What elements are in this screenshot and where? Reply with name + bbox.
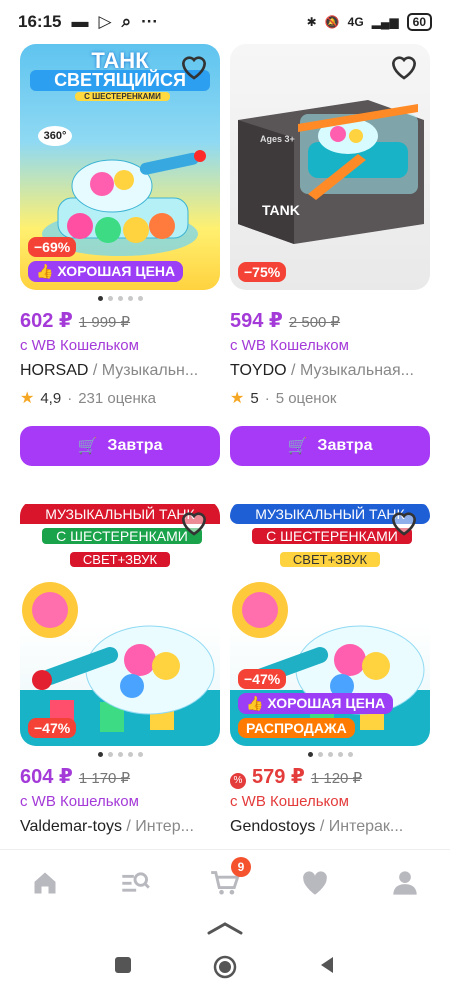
product-photo[interactable]: ТАНК СВЕТЯЩИЙСЯ С ШЕСТЕРЕНКАМИ 360° −69%…: [20, 44, 220, 290]
rating: ★ 5 · 5 оценок: [230, 389, 337, 408]
star-icon: ★: [20, 390, 35, 407]
product-photo[interactable]: МУЗЫКАЛЬНЫЙ ТАНК С ШЕСТЕРЕНКАМИ СВЕТ+ЗВУ…: [20, 500, 220, 746]
old-price: 2 500 ₽: [288, 314, 341, 331]
photo-pager: [20, 296, 220, 302]
cart-icon: 🛒: [287, 438, 308, 455]
buy-button[interactable]: 🛒 Завтра: [230, 426, 430, 466]
system-nav-bar: [0, 915, 450, 1000]
star-icon: ★: [230, 390, 245, 407]
product-card[interactable]: ТАНК СВЕТЯЩИЙСЯ С ШЕСТЕРЕНКАМИ 360° −69%…: [20, 44, 220, 466]
profile-icon[interactable]: [389, 867, 421, 899]
sale-badge: РАСПРОДАЖА: [238, 718, 355, 738]
rating: ★ 4,9 · 231 оценка: [20, 389, 157, 408]
favorite-heart-icon[interactable]: [178, 506, 210, 538]
wallet-note: с WB Кошельком: [230, 793, 349, 810]
photo-banner: СВЕТ+ЗВУК: [70, 552, 170, 567]
catalog-search-icon[interactable]: [119, 867, 151, 899]
folder-icon: ▬: [71, 12, 89, 31]
discount-badge: −75%: [238, 262, 287, 282]
discount-badge: −47%: [28, 718, 77, 738]
photo-banner: СВЕТ+ЗВУК: [280, 552, 380, 567]
buy-button[interactable]: 🛒 Завтра: [20, 426, 220, 466]
product-card[interactable]: МУЗЫКАЛЬНЫЙ ТАНК С ШЕСТЕРЕНКАМИ СВЕТ+ЗВУ…: [20, 500, 220, 836]
photo-pager: [20, 752, 220, 758]
box-label: TANK: [262, 202, 300, 218]
cart-icon: 🛒: [77, 438, 98, 455]
age-label: Ages 3+: [260, 134, 295, 144]
favorite-heart-icon[interactable]: [178, 50, 210, 82]
bluetooth-icon: ✱: [306, 15, 317, 29]
favorites-icon[interactable]: [299, 867, 331, 899]
favorite-heart-icon[interactable]: [388, 50, 420, 82]
cart-count-badge: 9: [231, 856, 251, 877]
price: 604 ₽: [20, 766, 73, 788]
network-label: 4G: [347, 15, 364, 29]
signal-icon: ▂▄▆: [371, 15, 399, 29]
recents-icon[interactable]: [113, 955, 133, 975]
wallet-note: с WB Кошельком: [20, 337, 139, 354]
back-icon[interactable]: [317, 955, 337, 975]
status-bar: 16:15 ▬ ▷ ⌕ ··· ✱ 🔕 4G ▂▄▆ 60: [0, 0, 450, 44]
price: 594 ₽: [230, 310, 283, 332]
chevron-up-icon[interactable]: [205, 920, 245, 936]
product-card[interactable]: TANK Ages 3+ −75% 594 ₽ 2 500 ₽ с WB Кош…: [230, 44, 430, 466]
photo-subtitle: С ШЕСТЕРЕНКАМИ: [75, 92, 170, 101]
cart-nav-icon[interactable]: 9: [209, 856, 251, 899]
home-icon[interactable]: [29, 867, 61, 899]
product-photo[interactable]: МУЗЫКАЛЬНЫЙ ТАНК С ШЕСТЕРЕНКАМИ СВЕТ+ЗВУ…: [230, 500, 430, 746]
good-price-badge: 👍 ХОРОШАЯ ЦЕНА: [238, 693, 394, 714]
play-icon: ▷: [98, 12, 112, 31]
bottom-nav: 9: [0, 849, 450, 915]
product-card[interactable]: МУЗЫКАЛЬНЫЙ ТАНК С ШЕСТЕРЕНКАМИ СВЕТ+ЗВУ…: [230, 500, 430, 836]
old-price: 1 170 ₽: [78, 770, 131, 787]
old-price: 1 999 ₽: [78, 314, 131, 331]
product-title[interactable]: Valdemar-toys / Интер...: [20, 818, 220, 836]
good-price-badge: 👍 ХОРОШАЯ ЦЕНА: [28, 261, 184, 282]
battery-icon: 60: [406, 13, 432, 31]
price: 602 ₽: [20, 310, 73, 332]
home-button-icon[interactable]: [213, 955, 237, 979]
discount-badge: −47%: [238, 669, 287, 689]
product-title[interactable]: Gendostoys / Интерак...: [230, 818, 430, 836]
favorite-heart-icon[interactable]: [388, 506, 420, 538]
toy-box-illustration: [238, 100, 424, 244]
old-price: 1 120 ₽: [310, 770, 363, 787]
photo-pager: [230, 296, 430, 302]
wallet-note: с WB Кошельком: [230, 337, 349, 354]
mute-icon: 🔕: [324, 15, 340, 29]
search-icon: ⌕: [121, 12, 132, 31]
product-title[interactable]: HORSAD / Музыкальн...: [20, 362, 220, 380]
product-photo[interactable]: TANK Ages 3+ −75%: [230, 44, 430, 290]
sale-tag-icon: %: [230, 772, 246, 789]
price: 579 ₽: [252, 766, 305, 788]
product-feed[interactable]: ТАНК СВЕТЯЩИЙСЯ С ШЕСТЕРЕНКАМИ 360° −69%…: [0, 44, 450, 849]
wallet-note: с WB Кошельком: [20, 793, 139, 810]
clock: 16:15: [18, 12, 62, 31]
photo-pager: [230, 752, 430, 758]
product-title[interactable]: TOYDO / Музыкальная...: [230, 362, 430, 380]
discount-badge: −69%: [28, 237, 77, 257]
more-icon: ···: [141, 12, 159, 31]
